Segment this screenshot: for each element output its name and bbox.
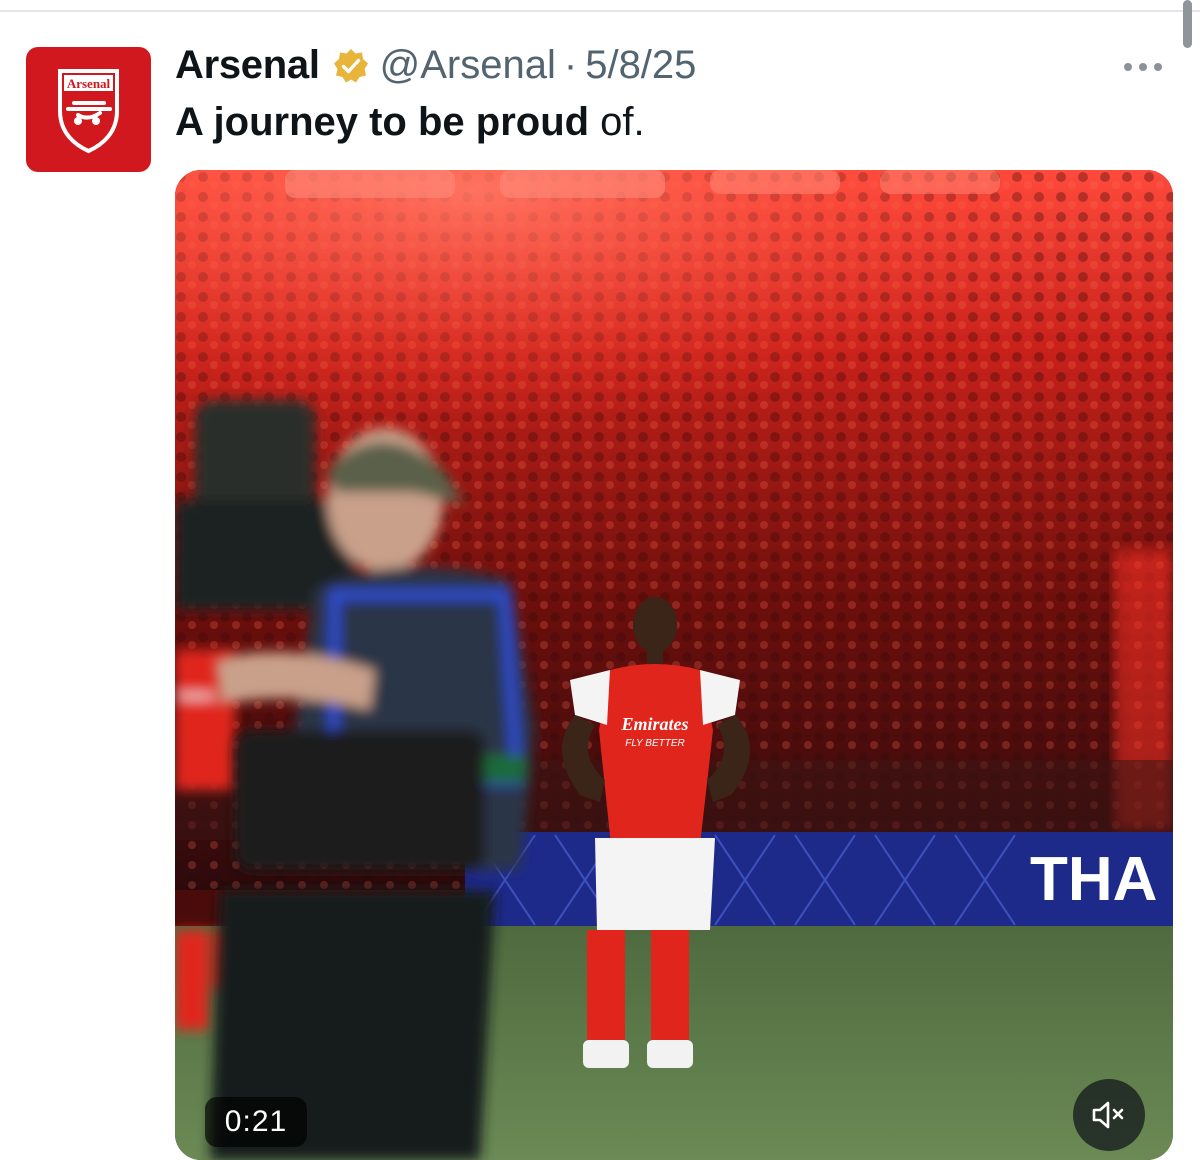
avatar[interactable]: Arsenal xyxy=(26,47,151,172)
board-text: THA xyxy=(1030,845,1157,914)
jersey-subtext: FLY BETTER xyxy=(625,738,684,749)
jersey-text: Emirates xyxy=(620,714,688,734)
left-jersey-text: irates xyxy=(177,687,215,703)
header-separator: · xyxy=(563,42,578,87)
display-name[interactable]: Arsenal xyxy=(175,43,320,88)
top-divider xyxy=(0,10,1200,12)
mute-button[interactable] xyxy=(1073,1079,1145,1151)
user-handle[interactable]: @Arsenal xyxy=(380,43,556,88)
tweet-date[interactable]: 5/8/25 xyxy=(585,43,696,88)
arsenal-crest-icon: Arsenal xyxy=(58,69,119,154)
tweet-text-rest: of. xyxy=(589,100,645,144)
video-frame: THA Emirates FLY BETTER irates xyxy=(175,170,1173,1160)
speaker-muted-icon xyxy=(1092,1101,1124,1129)
verified-badge-icon xyxy=(332,47,370,85)
tweet-text: A journey to be proud of. xyxy=(175,98,645,146)
more-options-icon[interactable] xyxy=(1124,57,1170,77)
tweet-text-bold: A journey to be proud xyxy=(175,100,590,144)
crest-text: Arsenal xyxy=(67,76,111,91)
video-player[interactable]: THA Emirates FLY BETTER irates xyxy=(175,170,1173,1160)
tweet-header: Arsenal @Arsenal · 5/8/25 xyxy=(175,40,696,90)
scrollbar-thumb[interactable] xyxy=(1183,0,1192,48)
